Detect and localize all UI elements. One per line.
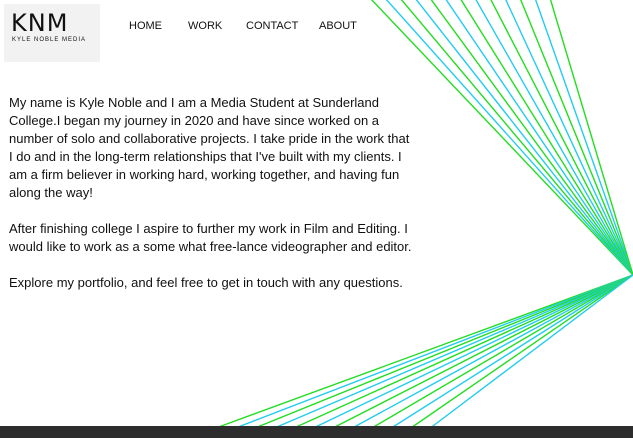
decorative-line-top [445, 0, 633, 276]
decorative-line-top [505, 0, 633, 276]
nav-work[interactable]: WORK [188, 20, 222, 32]
decorative-line-top [520, 0, 633, 276]
decorative-line-top [549, 0, 633, 276]
decorative-line-top [475, 0, 633, 276]
logo-mark: KNM [11, 9, 69, 37]
decorative-line-top [460, 0, 633, 276]
nav-contact[interactable]: CONTACT [246, 20, 298, 32]
decorative-line-top [490, 0, 633, 276]
decorative-line-bottom [424, 274, 633, 433]
decorative-line-top [400, 0, 633, 276]
bio-paragraph: After finishing college I aspire to furt… [9, 221, 412, 254]
bio-paragraph: Explore my portfolio, and feel free to g… [9, 275, 403, 290]
decorative-line-top [385, 0, 633, 276]
decorative-line-bottom [384, 274, 633, 433]
logo-subtitle: KYLE NOBLE MEDIA [12, 37, 87, 43]
decorative-line-top [415, 0, 633, 276]
decorative-line-top [534, 0, 633, 276]
bio-paragraph: My name is Kyle Noble and I am a Media S… [9, 95, 410, 200]
decorative-line-bottom [404, 274, 633, 433]
nav-home[interactable]: HOME [129, 20, 162, 32]
footer-bar [0, 426, 633, 438]
nav-about[interactable]: ABOUT [319, 20, 357, 32]
about-text: My name is Kyle Noble and I am a Media S… [9, 94, 414, 310]
logo[interactable]: KNM KYLE NOBLE MEDIA [4, 4, 100, 62]
decorative-line-top [430, 0, 633, 276]
